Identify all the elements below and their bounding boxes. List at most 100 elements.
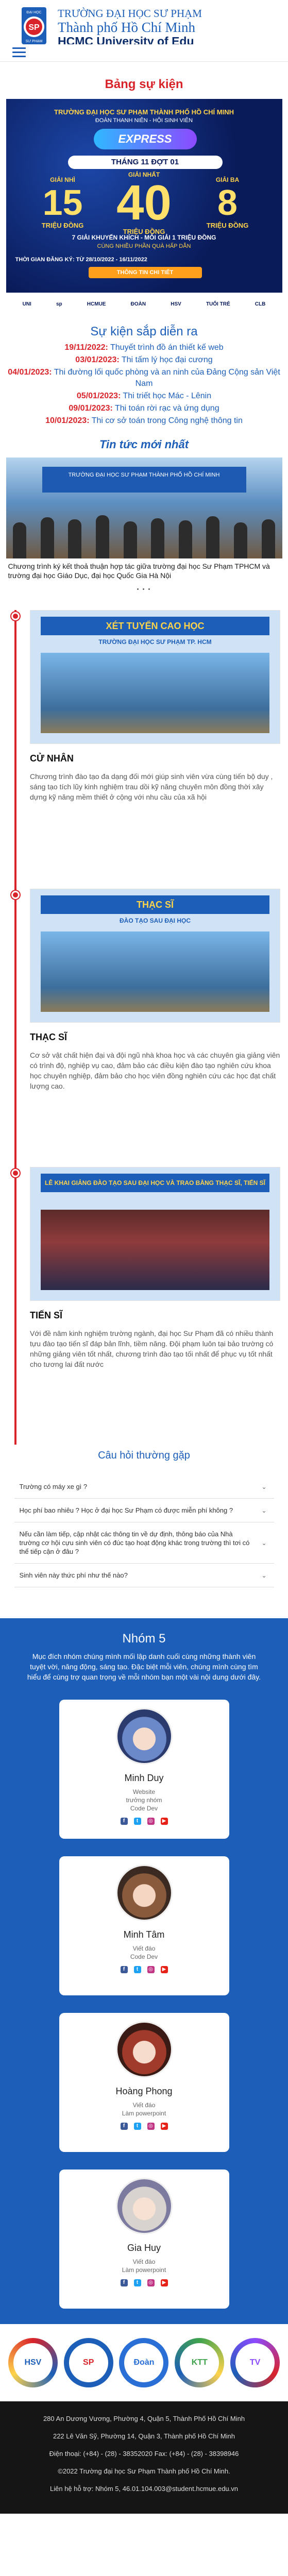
- poster-details-button[interactable]: THÔNG TIN CHI TIẾT: [88, 267, 202, 278]
- event-text: Thi cơ sở toán trong Công nghệ thông tin: [89, 416, 243, 425]
- footer-contact[interactable]: Liên hệ hỗ trợ: Nhóm 5, 46.01.104.003@st…: [14, 2484, 274, 2494]
- facebook-icon[interactable]: f: [120, 1966, 128, 1973]
- sponsor-logo: CLB: [255, 301, 266, 307]
- avatar: [115, 1708, 173, 1765]
- partner-logo-text: KTT: [180, 2343, 219, 2382]
- site-footer: 280 An Dương Vương, Phường 4, Quận 5, Th…: [0, 2401, 288, 2514]
- facebook-icon[interactable]: f: [120, 1818, 128, 1825]
- poster-bonus-note: CÙNG NHIỀU PHẦN QUÀ HẤP DẪN: [97, 243, 191, 249]
- news-caption[interactable]: Chương trình ký kết thoả thuận hợp tác g…: [6, 562, 282, 580]
- person-figure: [96, 515, 110, 558]
- facebook-icon[interactable]: f: [120, 2123, 128, 2130]
- team-title: Nhóm 5: [122, 1632, 166, 1646]
- member-card: Gia Huy Viết đáo Làm powerpoint f t ◎ ▶: [59, 2170, 229, 2309]
- member-role: Viết đáo: [132, 2258, 156, 2265]
- avatar-image: [117, 2179, 171, 2233]
- news-title: Tin tức mới nhất: [99, 438, 189, 451]
- member-name: Minh Tâm: [123, 1929, 165, 1940]
- timeline-item-doctor: LỄ KHAI GIẢNG ĐÀO TẠO SAU ĐẠI HỌC VÀ TRA…: [30, 1167, 280, 1369]
- faq-question: Nếu cần làm tiếp, cập nhật các thông tin…: [19, 1530, 250, 1555]
- footer-address-2: 222 Lê Văn Sỹ, Phường 14, Quận 3, Thành …: [53, 2432, 235, 2440]
- news-card[interactable]: TRƯỜNG ĐẠI HỌC SƯ PHẠM THÀNH PHỐ HỒ CHÍ …: [6, 457, 282, 580]
- social-links: f t ◎ ▶: [59, 1966, 229, 1973]
- instagram-icon[interactable]: ◎: [147, 1966, 155, 1973]
- facebook-icon[interactable]: f: [120, 2279, 128, 2286]
- event-text: Thi tấm lý học đại cương: [119, 355, 213, 364]
- partner-logo-hsv[interactable]: HSV: [8, 2338, 58, 2387]
- faq-question: Sinh viên này thức phí như thế nào?: [19, 1571, 128, 1579]
- member-role: trưởng nhóm: [126, 1797, 162, 1804]
- faq-item[interactable]: Trường có máy xe gì ? ⌄: [14, 1475, 274, 1499]
- avatar-image: [117, 1709, 171, 1763]
- member-role: Viết đáo: [132, 1945, 156, 1952]
- twitter-icon[interactable]: t: [133, 1818, 141, 1825]
- youtube-icon[interactable]: ▶: [160, 1966, 168, 1973]
- partner-logo-tv[interactable]: TV: [230, 2338, 280, 2387]
- instagram-icon[interactable]: ◎: [147, 1818, 155, 1825]
- avatar-image: [117, 1866, 171, 1920]
- timeline-heading: THẠC SĨ: [30, 1032, 67, 1042]
- chevron-down-icon: ⌄: [261, 1539, 267, 1547]
- twitter-icon[interactable]: t: [133, 2123, 141, 2130]
- faq-question: Học phí bao nhiêu ? Học ở đại học Sư Phạ…: [19, 1506, 233, 1514]
- partner-logo-sp[interactable]: SP: [63, 2338, 113, 2387]
- event-text: Thi triết học Mác - Lênin: [121, 392, 212, 400]
- event-board-title: Bảng sự kiện: [105, 77, 183, 91]
- hamburger-menu-icon[interactable]: [12, 47, 26, 59]
- timeline-image[interactable]: XÉT TUYỂN CAO HỌC TRƯỜNG ĐẠI HỌC SƯ PHẠM…: [30, 610, 280, 744]
- youtube-icon[interactable]: ▶: [160, 2123, 168, 2130]
- logo-text: SP: [28, 23, 40, 32]
- twitter-icon[interactable]: t: [133, 2279, 141, 2286]
- news-image: TRƯỜNG ĐẠI HỌC SƯ PHẠM THÀNH PHỐ HỒ CHÍ …: [6, 457, 282, 558]
- member-role: Code Dev: [130, 1805, 158, 1812]
- event-poster[interactable]: TRƯỜNG ĐẠI HỌC SƯ PHẠM THÀNH PHỐ HỒ CHÍ …: [6, 99, 282, 315]
- university-logo[interactable]: SP ĐẠI HỌC SƯ PHẠM: [9, 7, 59, 44]
- event-date: 19/11/2022:: [64, 343, 108, 352]
- social-links: f t ◎ ▶: [59, 2123, 229, 2130]
- timeline-dot: [11, 612, 20, 620]
- poster-bonus: 7 GIẢI KHUYẾN KHÍCH - MỖI GIẢI 1 TRIỆU Đ…: [72, 234, 216, 241]
- member-name: Minh Duy: [124, 1773, 164, 1783]
- partner-logos: HSV SP Đoàn KTT TV: [0, 2324, 288, 2401]
- person-figure: [178, 520, 192, 558]
- prize-third: GIẢI BA 8 TRIỆU ĐỒNG: [192, 176, 264, 229]
- event-item: 09/01/2023: Thi toán rời rạc và ứng dụng: [2, 403, 286, 414]
- avatar: [115, 2021, 173, 2078]
- instagram-icon[interactable]: ◎: [147, 2279, 155, 2286]
- member-role: Viết đáo: [132, 2102, 156, 2109]
- event-text: Thuyết trình đồ án thiết kế web: [108, 343, 224, 352]
- person-figure: [151, 518, 165, 558]
- timeline-image-title: THẠC SĨ: [41, 895, 269, 914]
- prize-amount: 8: [217, 182, 238, 223]
- faq-item[interactable]: Nếu cần làm tiếp, cập nhật các thông tin…: [14, 1522, 274, 1564]
- faq-item[interactable]: Học phí bao nhiêu ? Học ở đại học Sư Phạ…: [14, 1499, 274, 1522]
- event-date: 03/01/2023:: [75, 355, 120, 364]
- chevron-down-icon: ⌄: [261, 1483, 267, 1490]
- program-timeline: XÉT TUYỂN CAO HỌC TRƯỜNG ĐẠI HỌC SƯ PHẠM…: [0, 610, 288, 1445]
- menu-bar: [12, 47, 26, 49]
- sponsor-logo: HCMUE: [87, 301, 106, 307]
- partner-logo-doan[interactable]: Đoàn: [119, 2338, 169, 2387]
- youtube-icon[interactable]: ▶: [160, 1818, 168, 1825]
- footer-address-1: 280 An Dương Vương, Phường 4, Quận 5, Th…: [43, 2415, 245, 2422]
- twitter-icon[interactable]: t: [133, 1966, 141, 1973]
- partner-logo-text: SP: [69, 2343, 108, 2382]
- avatar-image: [117, 2023, 171, 2076]
- timeline-image[interactable]: LỄ KHAI GIẢNG ĐÀO TẠO SAU ĐẠI HỌC VÀ TRA…: [30, 1167, 280, 1301]
- footer-phone: Điện thoại: (+84) - (28) - 38352020 Fax:…: [49, 2450, 239, 2458]
- person-figure: [13, 522, 27, 558]
- timeline-image[interactable]: THẠC SĨ ĐÀO TẠO SAU ĐẠI HỌC: [30, 889, 280, 1023]
- timeline-dot: [11, 1169, 20, 1177]
- instagram-icon[interactable]: ◎: [147, 2123, 155, 2130]
- logo-bottom-text: SƯ PHẠM: [26, 40, 43, 43]
- sponsor-logo: sp: [56, 301, 62, 307]
- youtube-icon[interactable]: ▶: [160, 2279, 168, 2286]
- member-card: Hoàng Phong Viết đáo Làm powerpoint f t …: [59, 2013, 229, 2152]
- poster-brand: EXPRESS: [93, 129, 197, 149]
- member-name: Gia Huy: [127, 2243, 161, 2253]
- partner-logo-ktt[interactable]: KTT: [175, 2338, 225, 2387]
- faq-item[interactable]: Sinh viên này thức phí như thế nào? ⌄: [14, 1564, 274, 1587]
- social-links: f t ◎ ▶: [59, 2279, 229, 2286]
- prize-amount: 40: [116, 175, 172, 230]
- carousel-dots[interactable]: • • •: [0, 586, 288, 592]
